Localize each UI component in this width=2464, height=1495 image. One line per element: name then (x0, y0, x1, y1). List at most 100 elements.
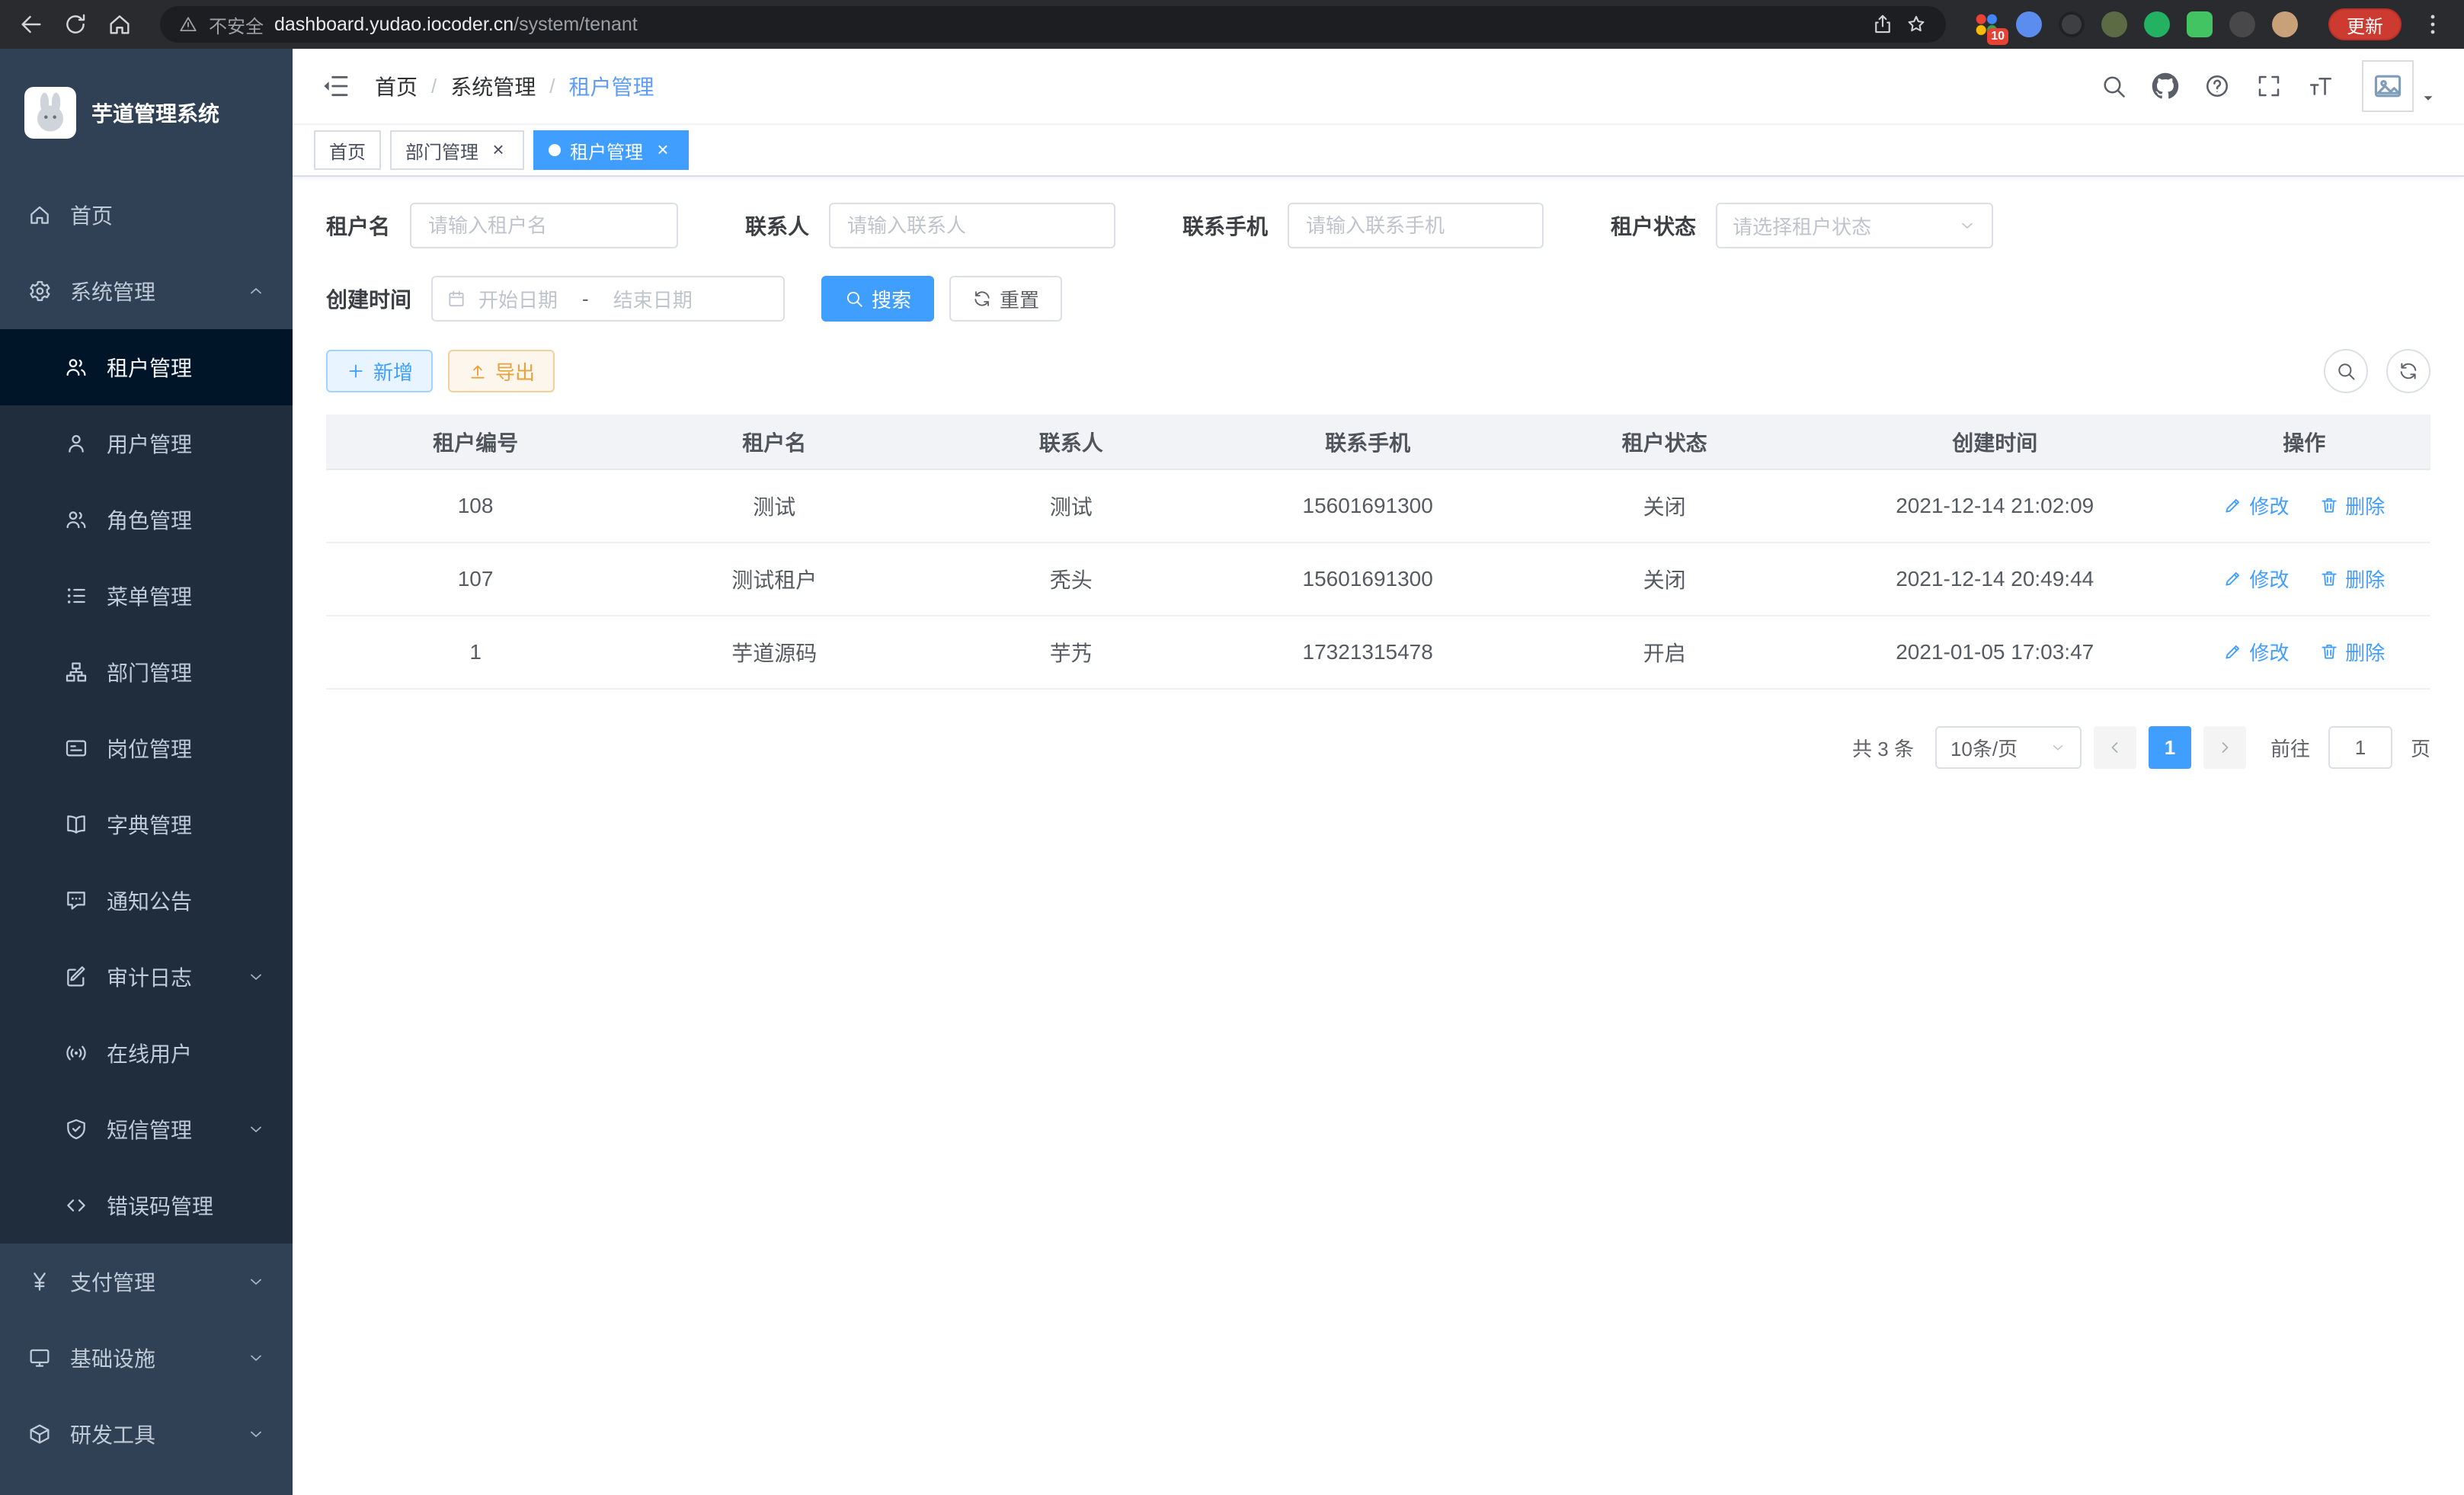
extension-icon-5[interactable] (2144, 11, 2170, 37)
chevron-left-icon (2106, 738, 2124, 757)
update-browser-button[interactable]: 更新 (2328, 8, 2402, 40)
tenant-status-select[interactable]: 请选择租户状态 (1716, 203, 1993, 248)
logo[interactable]: 芋道管理系统 (0, 49, 293, 177)
role-users-icon (64, 507, 88, 532)
tab-home[interactable]: 首页 (314, 130, 381, 170)
chevron-down-icon (247, 1273, 265, 1291)
sidebar-item-user[interactable]: 用户管理 (0, 405, 293, 482)
app-header: 首页 / 系统管理 / 租户管理 (293, 49, 2464, 125)
tab-close-icon[interactable]: × (488, 139, 509, 161)
url-domain: dashboard.yudao.iocoder.cn (274, 14, 514, 35)
prev-page-button[interactable] (2094, 726, 2136, 769)
extension-icon-6[interactable] (2187, 11, 2213, 37)
chevron-down-icon (247, 1425, 265, 1443)
sidebar-item-label: 在线用户 (107, 1038, 192, 1068)
github-icon[interactable] (2152, 72, 2179, 100)
delete-link[interactable]: 删除 (2319, 491, 2385, 520)
sidebar-item-label: 租户管理 (107, 352, 192, 383)
sidebar-item-audit-log[interactable]: 审计日志 (0, 939, 293, 1015)
sidebar-item-online-user[interactable]: 在线用户 (0, 1015, 293, 1091)
edit-link[interactable]: 修改 (2223, 491, 2289, 520)
sidebar-item-menu[interactable]: 菜单管理 (0, 558, 293, 634)
extension-icon-4[interactable] (2101, 11, 2127, 37)
cell-contact: 芋艿 (923, 616, 1218, 689)
add-button[interactable]: 新增 (326, 350, 433, 392)
cell-status: 开启 (1517, 616, 1812, 689)
font-size-icon[interactable] (2307, 72, 2334, 100)
sidebar-item-dict[interactable]: 字典管理 (0, 786, 293, 863)
extension-icon-1[interactable]: 10 (1973, 11, 1999, 37)
sidebar-item-post[interactable]: 岗位管理 (0, 710, 293, 786)
sidebar-item-system[interactable]: 系统管理 (0, 253, 293, 329)
extension-icon-3[interactable] (2059, 11, 2085, 37)
user-menu-caret-icon[interactable] (2420, 90, 2437, 107)
calendar-icon (446, 289, 466, 309)
table-row: 107 测试租户 秃头 15601691300 关闭 2021-12-14 20… (326, 543, 2430, 616)
home-nav-icon[interactable] (107, 11, 133, 37)
export-button-label: 导出 (495, 357, 535, 386)
sidebar-item-label: 短信管理 (107, 1114, 192, 1144)
chevron-right-icon (2216, 738, 2234, 757)
extension-icon-7[interactable] (2229, 11, 2255, 37)
cell-actions: 修改 删除 (2178, 469, 2430, 543)
edit-link[interactable]: 修改 (2223, 638, 2289, 666)
refresh-table-button[interactable] (2386, 349, 2430, 393)
sidebar-item-infra[interactable]: 基础设施 (0, 1320, 293, 1396)
reset-button-label: 重置 (1000, 285, 1039, 313)
devtools-box-icon (27, 1422, 52, 1446)
export-button[interactable]: 导出 (448, 350, 555, 392)
sidebar-item-tenant[interactable]: 租户管理 (0, 329, 293, 405)
tab-close-icon[interactable]: × (652, 139, 674, 161)
sidebar-item-sms[interactable]: 短信管理 (0, 1091, 293, 1167)
sidebar-item-notice[interactable]: 通知公告 (0, 863, 293, 939)
goto-page-input[interactable] (2328, 726, 2392, 769)
reload-icon[interactable] (62, 11, 88, 37)
sidebar-item-label: 岗位管理 (107, 733, 192, 764)
page-1-button[interactable]: 1 (2149, 726, 2191, 769)
goto-label: 前往 (2270, 734, 2310, 762)
help-icon[interactable] (2203, 72, 2231, 100)
mobile-input[interactable] (1288, 203, 1544, 248)
search-button[interactable]: 搜索 (821, 276, 934, 322)
table-header-row: 租户编号 租户名 联系人 联系手机 租户状态 创建时间 操作 (326, 415, 2430, 469)
delete-link-label: 删除 (2345, 638, 2385, 666)
tab-dept[interactable]: 部门管理× (390, 130, 524, 170)
share-icon[interactable] (1871, 13, 1894, 36)
edit-link[interactable]: 修改 (2223, 565, 2289, 593)
page-size-select[interactable]: 10条/页 (1935, 726, 2082, 769)
browser-menu-icon[interactable] (2420, 11, 2446, 37)
reset-button[interactable]: 重置 (949, 276, 1062, 322)
collapse-menu-icon[interactable] (320, 71, 350, 101)
next-page-button[interactable] (2203, 726, 2246, 769)
breadcrumb-current: 租户管理 (569, 71, 654, 101)
sidebar-item-dept[interactable]: 部门管理 (0, 634, 293, 710)
breadcrumb-home[interactable]: 首页 (375, 71, 418, 101)
profile-avatar[interactable] (2272, 11, 2298, 37)
delete-link[interactable]: 删除 (2319, 565, 2385, 593)
back-icon[interactable] (18, 11, 44, 37)
user-avatar[interactable] (2362, 60, 2414, 112)
toggle-search-button[interactable] (2324, 349, 2368, 393)
address-bar[interactable]: 不安全 dashboard.yudao.iocoder.cn/system/te… (160, 6, 1946, 43)
tenant-name-input[interactable] (410, 203, 678, 248)
sms-shield-icon (64, 1117, 88, 1141)
goto-suffix-label: 页 (2411, 734, 2430, 762)
sidebar-item-role[interactable]: 角色管理 (0, 482, 293, 558)
dict-book-icon (64, 812, 88, 837)
delete-link[interactable]: 删除 (2319, 638, 2385, 666)
extension-icon-2[interactable] (2016, 11, 2042, 37)
sidebar-item-pay[interactable]: 支付管理 (0, 1244, 293, 1320)
sidebar-item-devtools[interactable]: 研发工具 (0, 1396, 293, 1472)
chevron-down-icon (247, 968, 265, 986)
header-search-icon[interactable] (2100, 72, 2127, 100)
fullscreen-icon[interactable] (2255, 72, 2283, 100)
contact-input[interactable] (829, 203, 1115, 248)
tab-tenant-active[interactable]: 租户管理× (533, 130, 689, 170)
create-time-range-picker[interactable]: 开始日期 - 结束日期 (431, 276, 785, 322)
bookmark-star-icon[interactable] (1905, 13, 1928, 36)
breadcrumb-system[interactable]: 系统管理 (450, 71, 536, 101)
pencil-icon (2223, 642, 2243, 661)
page-size-value: 10条/页 (1950, 734, 2018, 762)
sidebar-item-error-code[interactable]: 错误码管理 (0, 1167, 293, 1244)
sidebar-item-home[interactable]: 首页 (0, 177, 293, 253)
